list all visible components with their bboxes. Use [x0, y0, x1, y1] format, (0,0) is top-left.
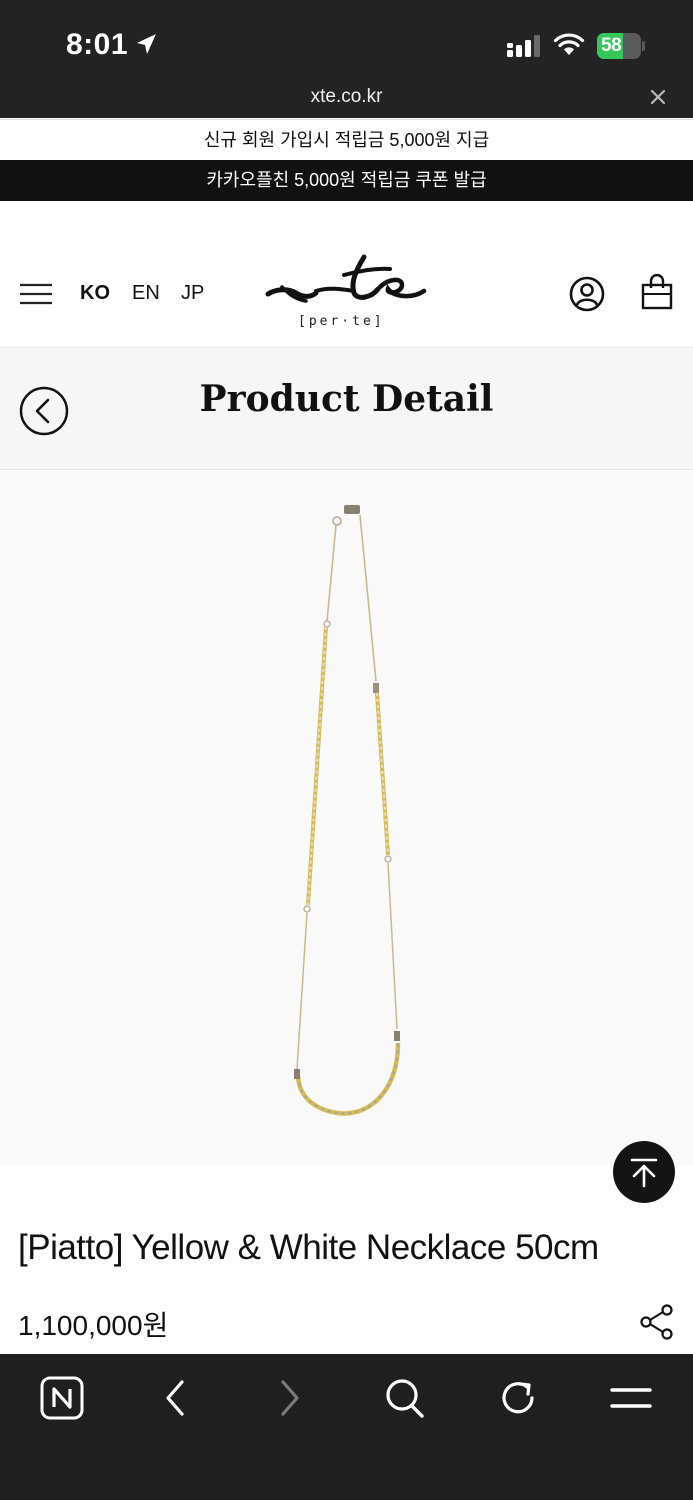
- url-text[interactable]: xte.co.kr: [0, 86, 693, 108]
- scroll-to-top-icon: [630, 1158, 658, 1188]
- language-ko[interactable]: KO: [80, 282, 110, 305]
- back-nav-icon[interactable]: [160, 1376, 190, 1420]
- product-image[interactable]: [0, 471, 693, 1165]
- browser-menu-icon[interactable]: [610, 1376, 652, 1420]
- browser-toolbar: [0, 1354, 693, 1500]
- scroll-to-top-button[interactable]: [613, 1141, 675, 1203]
- kakao-promo-banner[interactable]: 카카오플친 5,000원 적립금 쿠폰 발급: [0, 160, 693, 201]
- search-icon[interactable]: [383, 1376, 427, 1420]
- site-header: KO EN JP [per·te]: [0, 201, 693, 348]
- page-title-bar: Product Detail: [0, 348, 693, 470]
- naver-home-icon[interactable]: [40, 1376, 84, 1420]
- user-account-icon[interactable]: [569, 276, 605, 312]
- necklace-image: [294, 505, 401, 1116]
- status-bar: 8:01 58: [0, 0, 693, 90]
- page-title: Product Detail: [199, 378, 494, 420]
- language-en[interactable]: EN: [132, 282, 160, 305]
- cellular-signal-icon: [507, 35, 540, 57]
- location-arrow-icon: [137, 34, 156, 54]
- product-price: 1,100,000원: [18, 1310, 169, 1341]
- hamburger-menu-icon[interactable]: [19, 283, 53, 305]
- url-bar[interactable]: xte.co.kr: [0, 78, 693, 118]
- close-icon[interactable]: [648, 87, 668, 107]
- shopping-bag-icon[interactable]: [641, 274, 673, 310]
- battery-percent: 58: [601, 35, 622, 56]
- language-jp[interactable]: JP: [181, 282, 204, 305]
- share-icon[interactable]: [639, 1304, 675, 1340]
- battery-indicator: 58: [597, 33, 645, 59]
- reload-icon[interactable]: [496, 1376, 540, 1420]
- product-name: [Piatto] Yellow & White Necklace 50cm: [18, 1228, 599, 1267]
- status-time: 8:01: [66, 28, 129, 61]
- wifi-icon: [553, 33, 585, 55]
- signup-promo-banner[interactable]: 신규 회원 가입시 적립금 5,000원 지급: [0, 119, 693, 160]
- forward-nav-icon[interactable]: [275, 1376, 305, 1420]
- logo-subtitle: [per·te]: [298, 314, 385, 329]
- xte-logo[interactable]: [262, 253, 428, 311]
